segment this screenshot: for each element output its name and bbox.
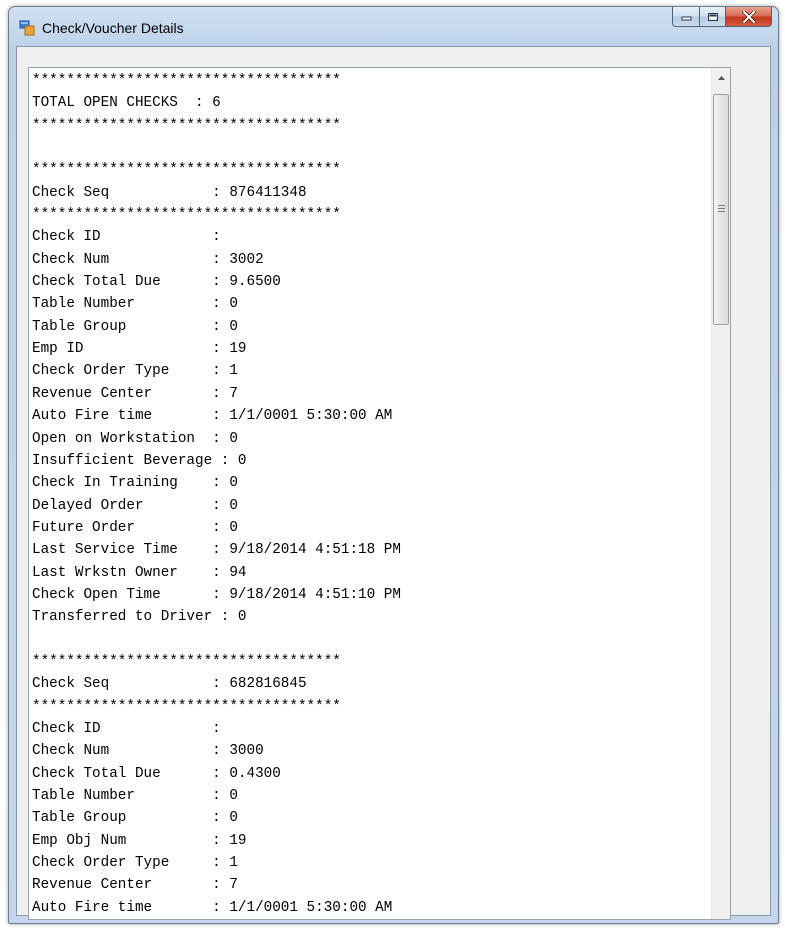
text-line: Check Seq : 876411348 [32, 184, 307, 201]
text-line: Insufficient Beverage : 0 [32, 452, 247, 469]
details-text: ************************************ TOTA… [32, 70, 710, 919]
text-line: Last Wrkstn Owner : 94 [32, 564, 247, 581]
details-textbox[interactable]: ************************************ TOTA… [28, 67, 731, 920]
scroll-up-button[interactable] [713, 69, 730, 86]
text-line: Revenue Center : 7 [32, 877, 238, 894]
text-line [32, 629, 710, 651]
minimize-button[interactable] [672, 7, 699, 27]
text-line: Check Total Due : 9.6500 [32, 274, 281, 291]
client-area: ************************************ TOTA… [16, 46, 771, 920]
text-line: Auto Fire time : 1/1/0001 5:30:00 AM [32, 899, 393, 916]
text-line: Auto Fire time : 1/1/0001 5:30:00 AM [32, 408, 393, 425]
text-line: Emp Obj Num : 19 [32, 832, 247, 849]
text-line: ************************************ [32, 162, 341, 179]
text-line: ************************************ [32, 73, 341, 89]
window-title: Check/Voucher Details [42, 20, 184, 36]
text-line: TOTAL OPEN CHECKS : 6 [32, 95, 221, 112]
text-line: Check Open Time : 9/18/2014 4:51:10 PM [32, 586, 401, 603]
text-line: Delayed Order : 0 [32, 497, 238, 514]
text-line: Future Order : 0 [32, 519, 238, 536]
scroll-grip-icon [718, 205, 725, 212]
text-line: ************************************ [32, 117, 341, 134]
text-line: Check Order Type : 1 [32, 363, 238, 380]
text-line: Table Group : 0 [32, 810, 238, 827]
text-line: ************************************ [32, 207, 341, 224]
text-line: Open on Workstation : 0 [32, 430, 238, 447]
caption-buttons [672, 7, 772, 28]
text-line: Check Num : 3000 [32, 743, 264, 760]
text-line [32, 137, 710, 159]
title-bar[interactable]: Check/Voucher Details [9, 7, 778, 47]
close-icon [741, 10, 756, 23]
text-line: ************************************ [32, 653, 341, 670]
close-button[interactable] [725, 7, 772, 27]
text-line: Table Number : 0 [32, 788, 238, 804]
window-app-icon [19, 20, 35, 36]
text-line: Table Number : 0 [32, 296, 238, 313]
text-line: Revenue Center : 7 [32, 385, 238, 402]
check-voucher-window: Check/Voucher Details ******************… [8, 6, 779, 924]
maximize-button[interactable] [699, 7, 725, 27]
text-line: Emp ID : 19 [32, 341, 247, 358]
scroll-up-arrow-icon [718, 75, 725, 80]
text-line: Table Group : 0 [32, 318, 238, 335]
text-line: Check ID : [32, 720, 221, 737]
minimize-icon [681, 16, 691, 21]
text-line: Transferred to Driver : 0 [32, 609, 247, 626]
text-line: Check Num : 3002 [32, 251, 264, 268]
vertical-scrollbar[interactable] [711, 68, 730, 919]
scroll-thumb[interactable] [713, 94, 729, 325]
text-line: Check In Training : 0 [32, 475, 238, 492]
text-line: ************************************ [32, 698, 341, 715]
text-line: Check Order Type : 1 [32, 855, 238, 872]
text-line: Last Service Time : 9/18/2014 4:51:18 PM [32, 542, 401, 559]
maximize-icon [707, 12, 718, 21]
text-line: Check Total Due : 0.4300 [32, 765, 281, 782]
text-line: Check Seq : 682816845 [32, 676, 307, 693]
text-line: Check ID : [32, 229, 221, 246]
